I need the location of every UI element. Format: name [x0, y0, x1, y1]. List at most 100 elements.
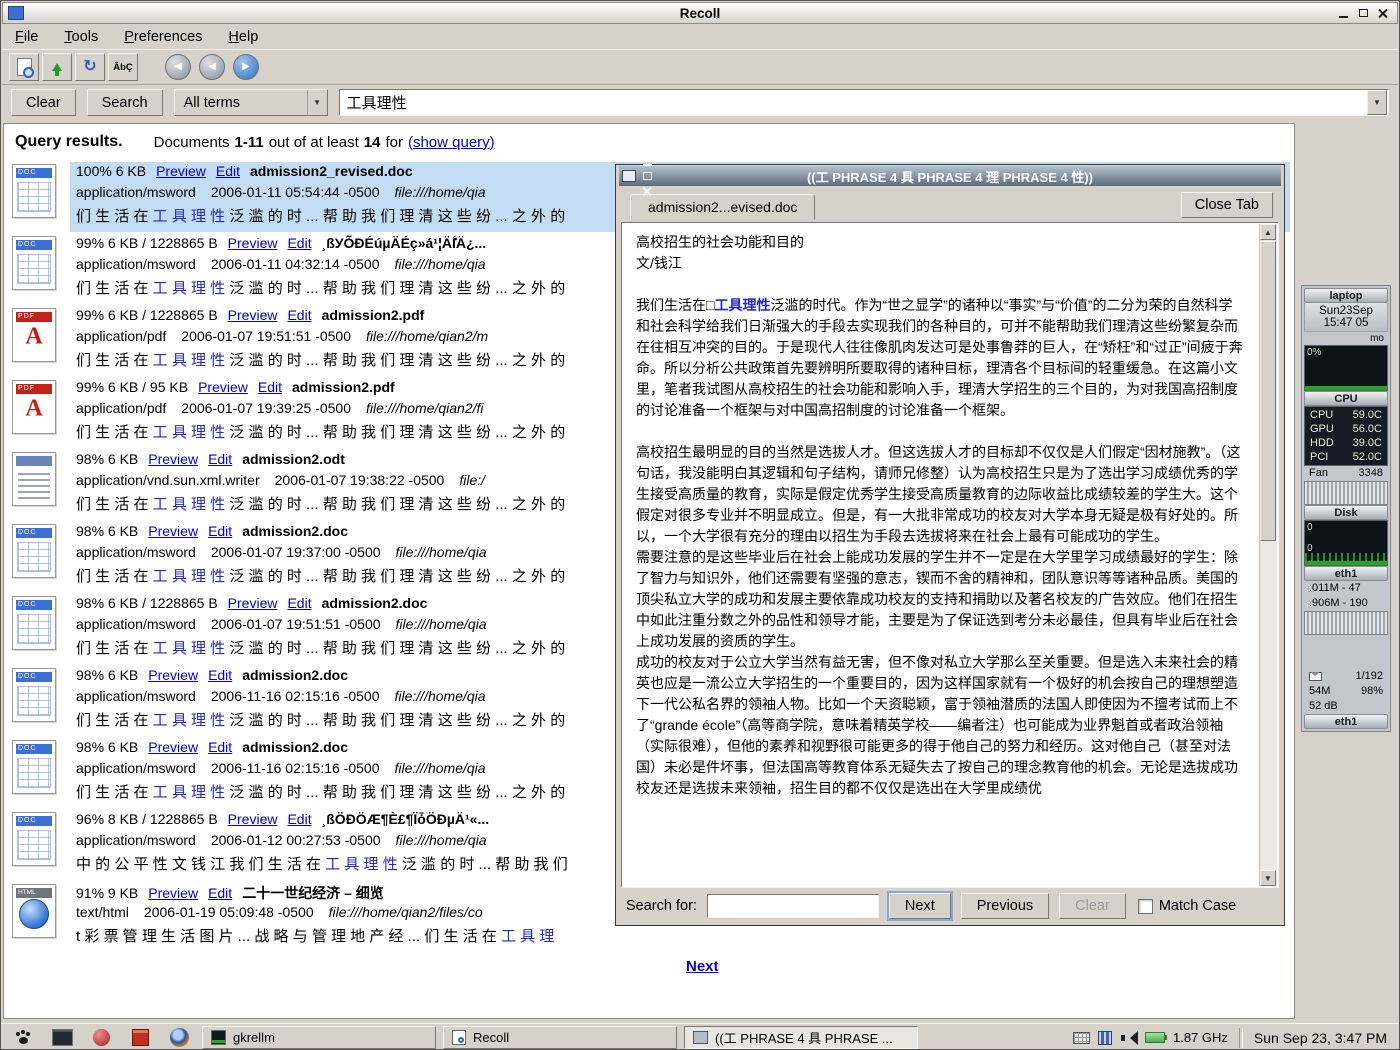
edit-link[interactable]: Edit [208, 451, 232, 467]
edit-link[interactable]: Edit [287, 235, 311, 251]
preview-link[interactable]: Preview [228, 595, 278, 611]
clear-search-button[interactable] [9, 53, 39, 81]
task-button-recoll[interactable]: Recoll [443, 1026, 677, 1049]
preview-link[interactable]: Preview [148, 667, 198, 683]
preview-link[interactable]: Preview [228, 235, 278, 251]
net-tx: .906M - 190 [1304, 596, 1388, 611]
edit-link[interactable]: Edit [208, 523, 232, 539]
preview-tab[interactable]: admission2...evised.doc [630, 194, 815, 220]
krell-slider[interactable] [1304, 611, 1388, 635]
result-filename: admission2.doc [242, 523, 348, 539]
query-history-dropdown-icon[interactable]: ▼ [1367, 90, 1387, 115]
preview-scrollbar[interactable]: ▲ ▼ [1259, 224, 1277, 886]
preview-link[interactable]: Preview [148, 885, 198, 901]
find-clear-button[interactable]: Clear [1059, 893, 1126, 919]
next-page-button[interactable]: ▶ [233, 54, 259, 80]
update-index-button[interactable] [42, 53, 72, 81]
msword-doc-icon[interactable] [12, 596, 56, 650]
result-date: 2006-11-16 02:15:16 -0500 [211, 688, 380, 709]
msword-doc-icon[interactable] [12, 524, 56, 578]
result-mime: application/vnd.sun.xml.writer [76, 472, 260, 493]
preview-link[interactable]: Preview [228, 307, 278, 323]
task-button-preview[interactable]: ((工 PHRASE 4 具 PHRASE ... [684, 1026, 918, 1049]
magnifier-icon [23, 67, 34, 78]
first-page-button[interactable]: ◀ [165, 54, 191, 80]
preview-link[interactable]: Preview [198, 379, 248, 395]
edit-link[interactable]: Edit [208, 739, 232, 755]
edit-link[interactable]: Edit [258, 379, 282, 395]
scrollbar-thumb[interactable] [1260, 241, 1276, 541]
document-text: 高校招生的社会功能和目的 文/钱江 我们生活在□工具理性泛滥的时代。作为“世之显… [636, 232, 1246, 881]
preview-titlebar[interactable]: ((工 PHRASE 4 具 PHRASE 4 理 PHRASE 4 性)) [619, 166, 1281, 186]
window-titlebar[interactable]: Recoll [2, 2, 1398, 24]
edit-link[interactable]: Edit [208, 885, 232, 901]
tray-applet-icon[interactable] [1098, 1031, 1112, 1045]
next-results-link[interactable]: Next [686, 958, 719, 975]
msword-doc-icon[interactable] [12, 740, 56, 794]
battery-icon[interactable] [1145, 1032, 1165, 1043]
msword-doc-icon[interactable] [12, 236, 56, 290]
result-snippet: t 彩 票 管 理 生 活 图 片 ... 战 略 与 管 理 地 产 经 ..… [76, 925, 1284, 947]
left-arrow-icon: ◀ [208, 62, 216, 72]
terminal-launcher[interactable] [46, 1026, 78, 1050]
edit-link[interactable]: Edit [208, 667, 232, 683]
browser-launcher[interactable] [163, 1026, 195, 1050]
task-button-gkrellm[interactable]: gkrellm [202, 1026, 436, 1049]
menu-file[interactable]: File [15, 29, 38, 45]
html-file-icon[interactable] [12, 884, 56, 938]
msword-doc-icon[interactable] [12, 812, 56, 866]
odt-file-icon[interactable] [12, 452, 56, 506]
edit-link[interactable]: Edit [287, 811, 311, 827]
app-launcher[interactable] [124, 1026, 156, 1050]
search-input[interactable] [340, 94, 1367, 111]
edit-link[interactable]: Edit [287, 595, 311, 611]
search-mode-select[interactable]: All terms ▼ [174, 89, 328, 116]
preview-link[interactable]: Preview [148, 739, 198, 755]
menu-preferences[interactable]: Preferences [124, 29, 202, 45]
result-filename: admission2.odt [242, 451, 345, 467]
result-relevance: 98% 6 KB [76, 667, 138, 683]
msword-doc-icon[interactable] [12, 164, 56, 218]
edit-link[interactable]: Edit [216, 163, 240, 179]
result-mime: application/msword [76, 760, 196, 781]
doc-byline: 文/钱江 [636, 253, 1246, 274]
preview-link[interactable]: Preview [148, 451, 198, 467]
maximize-icon[interactable] [1355, 6, 1372, 21]
pdf-file-icon[interactable] [12, 380, 56, 434]
app-launcher[interactable] [85, 1026, 117, 1050]
minimize-icon[interactable] [1335, 6, 1352, 21]
volume-icon[interactable] [1120, 1030, 1137, 1045]
close-icon[interactable] [639, 184, 656, 199]
search-button[interactable]: Search [87, 89, 163, 116]
previous-page-button[interactable]: ◀ [199, 54, 225, 80]
find-next-button[interactable]: Next [889, 893, 951, 919]
krell-slider[interactable] [1304, 481, 1388, 505]
chevron-down-icon[interactable]: ▼ [307, 90, 327, 115]
clear-button[interactable]: Clear [11, 89, 76, 116]
preview-link[interactable]: Preview [148, 523, 198, 539]
scroll-down-icon[interactable]: ▼ [1260, 870, 1276, 886]
desktop-menu-button[interactable] [7, 1026, 39, 1050]
scroll-up-icon[interactable]: ▲ [1260, 224, 1276, 240]
result-url: file:///home/qia [395, 256, 486, 277]
close-icon[interactable] [1375, 6, 1392, 21]
match-case-checkbox[interactable] [1138, 899, 1153, 914]
result-relevance: 99% 6 KB / 95 KB [76, 379, 188, 395]
keyboard-layout-icon[interactable] [1073, 1032, 1090, 1044]
rebuild-index-button[interactable]: ↻ [75, 53, 105, 81]
preview-link[interactable]: Preview [156, 163, 206, 179]
close-tab-button[interactable]: Close Tab [1181, 192, 1273, 218]
find-input[interactable] [707, 894, 879, 918]
find-previous-button[interactable]: Previous [961, 893, 1049, 919]
show-query-link[interactable]: (show query) [408, 134, 495, 151]
msword-doc-icon[interactable] [12, 668, 56, 722]
menu-help[interactable]: Help [228, 29, 258, 45]
preview-link[interactable]: Preview [228, 811, 278, 827]
result-url: file:///home/qia [395, 760, 486, 781]
menu-tools[interactable]: Tools [64, 29, 98, 45]
pdf-file-icon[interactable] [12, 308, 56, 362]
edit-link[interactable]: Edit [287, 307, 311, 323]
term-explorer-button[interactable]: ÂbÇ [108, 53, 138, 81]
query-field-wrap: ▼ [339, 89, 1389, 116]
menubar: File Tools Preferences Help [2, 25, 1398, 48]
